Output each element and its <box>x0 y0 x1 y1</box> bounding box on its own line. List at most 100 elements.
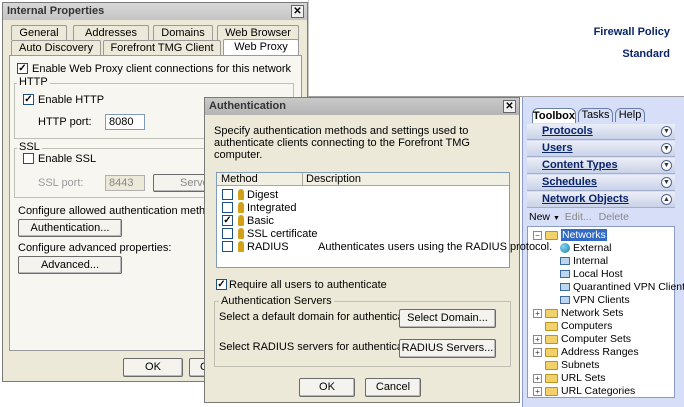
ssl-port-input[interactable]: 8443 <box>105 175 145 191</box>
method-description: Authenticates users using the RADIUS pro… <box>318 241 553 253</box>
ok-button[interactable]: OK <box>123 358 183 377</box>
section-content-types[interactable]: Content Types ▼ <box>527 158 675 174</box>
folder-open-icon <box>545 230 558 240</box>
tree-item-subnets[interactable]: Subnets <box>545 359 600 371</box>
collapse-icon[interactable]: − <box>533 231 542 240</box>
tree-item-external[interactable]: External <box>560 242 612 254</box>
column-method[interactable]: Method <box>221 173 258 185</box>
column-description[interactable]: Description <box>306 173 361 185</box>
tab-web-browser[interactable]: Web Browser <box>217 25 299 40</box>
tree-item-networks[interactable]: Networks <box>545 229 607 241</box>
tree-item-vpn-clients[interactable]: VPN Clients <box>560 294 630 306</box>
tab-web-proxy[interactable]: Web Proxy <box>223 39 299 56</box>
tree-item-computer-sets[interactable]: Computer Sets <box>545 333 631 345</box>
method-checkbox[interactable]: ✓ <box>222 215 233 226</box>
tree-item-label: Networks <box>561 229 607 241</box>
key-icon <box>238 215 244 226</box>
tab-domains[interactable]: Domains <box>153 25 213 40</box>
delete-button[interactable]: Delete <box>599 211 629 223</box>
select-domain-button[interactable]: Select Domain... <box>399 309 496 328</box>
tree-item-label: Internal <box>573 255 609 267</box>
expand-icon[interactable]: + <box>533 374 542 383</box>
radius-servers-button[interactable]: RADIUS Servers... <box>399 339 496 358</box>
folder-icon <box>545 347 558 357</box>
tree-item-computers[interactable]: Computers <box>545 320 612 332</box>
new-button[interactable]: New <box>529 211 550 223</box>
require-all-checkbox[interactable]: ✓ <box>216 279 227 290</box>
methods-header: Method Description <box>217 173 509 186</box>
expand-icon[interactable]: + <box>533 348 542 357</box>
enable-ssl-label: Enable SSL <box>38 153 97 165</box>
advanced-button[interactable]: Advanced... <box>18 256 122 274</box>
method-label: RADIUS <box>247 241 289 253</box>
cancel-button[interactable]: Cancel <box>365 378 421 397</box>
radius-label: Select RADIUS servers for authentication… <box>219 341 424 353</box>
folder-icon <box>545 308 558 318</box>
chevron-down-icon: ▼ <box>661 160 672 171</box>
section-network-objects[interactable]: Network Objects ▲ <box>527 192 675 208</box>
column-divider <box>302 173 303 185</box>
ok-button[interactable]: OK <box>299 378 355 397</box>
chevron-down-icon: ▼ <box>661 143 672 154</box>
tab-addresses[interactable]: Addresses <box>73 25 149 40</box>
section-protocols[interactable]: Protocols ▼ <box>527 124 675 140</box>
policy-title: Firewall Policy <box>593 26 670 38</box>
new-dropdown-icon[interactable]: ▼ <box>553 215 560 222</box>
tree-item-url-categories[interactable]: URL Categories <box>545 385 635 397</box>
vpn-icon <box>560 296 570 305</box>
authentication-button[interactable]: Authentication... <box>18 219 122 237</box>
tree-item-label: Computers <box>561 320 613 332</box>
enable-http-checkbox[interactable]: ✓ <box>23 94 34 105</box>
tab-auto-discovery[interactable]: Auto Discovery <box>11 40 101 55</box>
tree-item-local-host[interactable]: Local Host <box>560 268 623 280</box>
tree-item-network-sets[interactable]: Network Sets <box>545 307 623 319</box>
expand-icon[interactable]: + <box>533 309 542 318</box>
tree-item-label: URL Sets <box>561 372 606 384</box>
close-icon[interactable]: ✕ <box>503 100 516 113</box>
method-checkbox[interactable] <box>222 228 233 239</box>
key-icon <box>238 228 244 239</box>
globe-icon <box>560 243 570 254</box>
tab-general[interactable]: General <box>11 25 67 40</box>
auth-description: Specify authentication methods and setti… <box>214 125 470 161</box>
method-checkbox[interactable] <box>222 189 233 200</box>
tab-toolbox[interactable]: Toolbox <box>532 108 576 123</box>
tree-item-label: Address Ranges <box>561 346 639 358</box>
key-icon <box>238 241 244 252</box>
section-schedules-label: Schedules <box>542 176 598 188</box>
enable-ssl-checkbox[interactable] <box>23 153 34 164</box>
folder-icon <box>545 386 558 396</box>
tree-item-label: Local Host <box>573 268 623 280</box>
tab-forefront-tmg-client[interactable]: Forefront TMG Client <box>103 40 221 55</box>
tree-item-label: Network Sets <box>561 307 624 319</box>
expand-icon[interactable]: + <box>533 335 542 344</box>
allowed-methods-label: Configure allowed authentication methods… <box>18 205 226 217</box>
default-domain-label: Select a default domain for authenticati… <box>219 311 425 323</box>
section-users[interactable]: Users ▼ <box>527 141 675 157</box>
method-checkbox[interactable] <box>222 202 233 213</box>
dialog-title: Authentication <box>209 100 286 112</box>
enable-http-label: Enable HTTP <box>38 94 105 106</box>
edit-button[interactable]: Edit... <box>565 211 592 223</box>
network-objects-toolbar: New ▼ Edit... Delete <box>527 209 675 225</box>
close-icon[interactable]: ✕ <box>291 5 304 18</box>
tree-item-url-sets[interactable]: URL Sets <box>545 372 606 384</box>
network-icon <box>560 283 570 292</box>
tree-item-address-ranges[interactable]: Address Ranges <box>545 346 639 358</box>
tab-tasks[interactable]: Tasks <box>578 108 613 122</box>
expand-icon[interactable]: + <box>533 387 542 396</box>
tree-item-quarantined[interactable]: Quarantined VPN Clients <box>560 281 684 293</box>
key-icon <box>238 189 244 200</box>
http-port-input[interactable]: 8080 <box>105 114 145 130</box>
internal-properties-titlebar: Internal Properties <box>3 3 307 20</box>
ssl-port-label: SSL port: <box>38 177 84 189</box>
tree-item-label: External <box>573 242 612 254</box>
section-content-types-label: Content Types <box>542 159 618 171</box>
enable-proxy-checkbox[interactable]: ✓ <box>17 63 28 74</box>
method-checkbox[interactable] <box>222 241 233 252</box>
tree-item-internal[interactable]: Internal <box>560 255 608 267</box>
method-label: Digest <box>247 189 279 201</box>
tab-help[interactable]: Help <box>615 108 645 122</box>
tree-item-label: Quarantined VPN Clients <box>573 281 684 293</box>
section-schedules[interactable]: Schedules ▼ <box>527 175 675 191</box>
